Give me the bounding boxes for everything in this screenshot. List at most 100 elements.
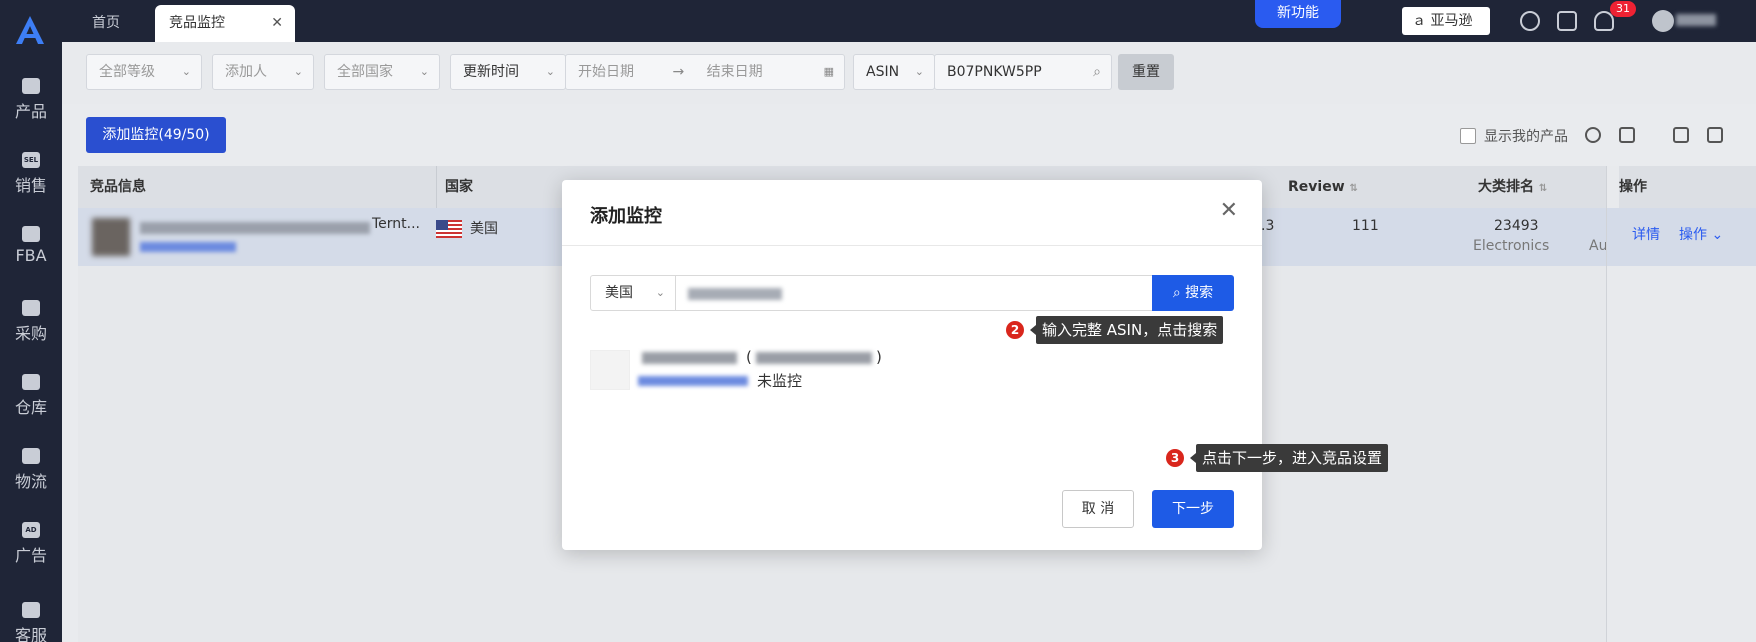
filter-bar: 全部等级 ⌄ 添加人 ⌄ 全部国家 ⌄ 更新时间 ⌄ 开始日期 → 结束日期 ▦ ASI… <box>62 42 1756 104</box>
ad-icon: AD <box>22 522 40 538</box>
chevron-down-icon: ⌄ <box>181 65 191 78</box>
result-paren-close: ) <box>876 348 882 366</box>
sidebar: 产品 SEL 销售 FBA 采购 仓库 物流 AD 广告 客服 <box>0 0 62 642</box>
dialog-asin-input[interactable] <box>675 275 1153 311</box>
chevron-down-icon: ⌄ <box>1711 227 1724 243</box>
product-thumbnail <box>92 218 130 256</box>
tab-competitor-monitor[interactable]: 竞品监控 ✕ <box>155 5 295 42</box>
start-date-input[interactable]: 开始日期 <box>578 64 634 80</box>
columns-icon[interactable] <box>1619 127 1635 143</box>
user-name-blurred[interactable] <box>1676 14 1716 26</box>
detail-link[interactable]: 详情 <box>1632 224 1660 244</box>
search-icon: ⌕ <box>1172 285 1181 301</box>
chevron-down-icon: ⌄ <box>545 65 555 78</box>
avatar[interactable] <box>1652 10 1674 32</box>
settings-icon[interactable] <box>1707 127 1723 143</box>
divider <box>562 245 1262 246</box>
sidebar-item-ads[interactable]: AD 广告 <box>0 522 62 566</box>
amazon-switch-button[interactable]: ａ 亚马逊 <box>1402 7 1490 35</box>
row-category-tail: Au <box>1589 238 1608 254</box>
tooltip-step-3: 点击下一步，进入竞品设置 <box>1189 444 1389 472</box>
action-column: 操作 详情 操作 ⌄ <box>1606 166 1756 642</box>
row-rank: 23493 <box>1494 218 1539 234</box>
sort-icon[interactable]: ⇅ <box>1539 183 1547 194</box>
search-icon[interactable]: ⌕ <box>1093 55 1101 89</box>
add-monitor-button[interactable]: 添加监控(49/50) <box>86 117 226 153</box>
sidebar-item-purchase[interactable]: 采购 <box>0 300 62 344</box>
download-icon[interactable] <box>1673 127 1689 143</box>
dialog-search-button[interactable]: ⌕ 搜索 <box>1152 275 1234 311</box>
sidebar-item-label: 仓库 <box>14 398 47 417</box>
result-asin-link-blurred[interactable] <box>638 376 748 386</box>
product-title-tail: Ternt... <box>372 216 421 232</box>
sidebar-item-label: 客服 <box>14 626 47 642</box>
date-range-picker[interactable]: 开始日期 → 结束日期 ▦ <box>565 54 845 90</box>
sidebar-item-label: 广告 <box>14 546 47 565</box>
truck-icon <box>22 448 40 464</box>
header-rank[interactable]: 大类排名 ⇅ <box>1478 166 1547 210</box>
topbar: 首页 竞品监控 ✕ <box>62 0 1756 42</box>
dialog-country-select[interactable]: 美国 ⌄ <box>590 275 676 311</box>
header-rank-label: 大类排名 <box>1478 179 1534 195</box>
result-status: 未监控 <box>757 372 803 390</box>
arrow-right-icon: → <box>672 64 685 80</box>
refresh-icon[interactable] <box>1585 127 1601 143</box>
cart-icon <box>22 300 40 316</box>
sidebar-item-label: 产品 <box>14 102 47 121</box>
us-flag-icon <box>436 220 462 238</box>
sidebar-item-fba[interactable]: FBA <box>0 226 62 265</box>
tab-home[interactable]: 首页 <box>78 5 134 42</box>
reset-button[interactable]: 重置 <box>1118 54 1174 90</box>
calendar-icon: ▦ <box>823 65 834 78</box>
close-icon[interactable]: ✕ <box>1220 198 1238 223</box>
header-product: 竞品信息 <box>90 179 146 195</box>
sort-icon[interactable]: ⇅ <box>1350 183 1358 194</box>
close-icon[interactable]: ✕ <box>271 5 283 42</box>
sidebar-item-service[interactable]: 客服 <box>0 602 62 642</box>
sidebar-item-sales[interactable]: SEL 销售 <box>0 152 62 196</box>
header-review-label: Review <box>1288 179 1345 195</box>
checkbox-icon[interactable] <box>1460 128 1476 144</box>
download-icon[interactable] <box>1520 11 1540 31</box>
result-brand-blurred <box>756 352 872 364</box>
chevron-down-icon: ⌄ <box>293 65 303 78</box>
chevron-down-icon: ⌄ <box>914 65 924 78</box>
country-select[interactable]: 全部国家 ⌄ <box>324 54 440 90</box>
asin-value-blurred <box>688 288 782 300</box>
app-logo[interactable] <box>12 14 48 46</box>
show-my-products-checkbox[interactable]: 显示我的产品 <box>1460 126 1568 146</box>
asin-search-input[interactable]: B07PNKW5PP ⌕ <box>934 54 1112 90</box>
search-button-label: 搜索 <box>1185 285 1214 301</box>
search-type-select[interactable]: ASIN ⌄ <box>853 54 935 90</box>
cancel-button[interactable]: 取 消 <box>1062 490 1134 528</box>
action-dropdown-label: 操作 <box>1679 227 1707 243</box>
new-feature-badge[interactable]: 新功能 <box>1255 0 1341 28</box>
sidebar-item-logistics[interactable]: 物流 <box>0 448 62 492</box>
adder-select[interactable]: 添加人 ⌄ <box>212 54 314 90</box>
header-review[interactable]: Review ⇅ <box>1288 166 1358 210</box>
action-dropdown[interactable]: 操作 ⌄ <box>1679 224 1723 244</box>
chevron-down-icon: ⌄ <box>655 286 665 299</box>
sidebar-item-product[interactable]: 产品 <box>0 78 62 122</box>
row-country: 美国 <box>470 221 498 237</box>
adder-select-value: 添加人 <box>225 64 267 80</box>
amazon-icon: ａ <box>1412 13 1426 29</box>
amazon-label: 亚马逊 <box>1430 13 1473 29</box>
level-select[interactable]: 全部等级 ⌄ <box>86 54 202 90</box>
show-my-products-label: 显示我的产品 <box>1484 129 1568 145</box>
bug-icon[interactable] <box>1557 11 1577 31</box>
tab-label: 竞品监控 <box>169 15 225 31</box>
level-select-value: 全部等级 <box>99 64 155 80</box>
end-date-input[interactable]: 结束日期 <box>707 64 763 80</box>
next-step-button[interactable]: 下一步 <box>1152 490 1234 528</box>
sidebar-item-warehouse[interactable]: 仓库 <box>0 374 62 418</box>
time-type-select[interactable]: 更新时间 ⌄ <box>450 54 566 90</box>
step-3-marker: 3 <box>1166 449 1184 467</box>
country-select-value: 全部国家 <box>337 64 393 80</box>
asin-search-value: B07PNKW5PP <box>947 64 1042 80</box>
product-asin-link-blurred[interactable] <box>140 242 236 252</box>
result-thumbnail <box>590 350 630 390</box>
step-2-marker: 2 <box>1006 321 1024 339</box>
result-paren-open: ( <box>746 348 752 366</box>
bag-icon <box>22 78 40 94</box>
